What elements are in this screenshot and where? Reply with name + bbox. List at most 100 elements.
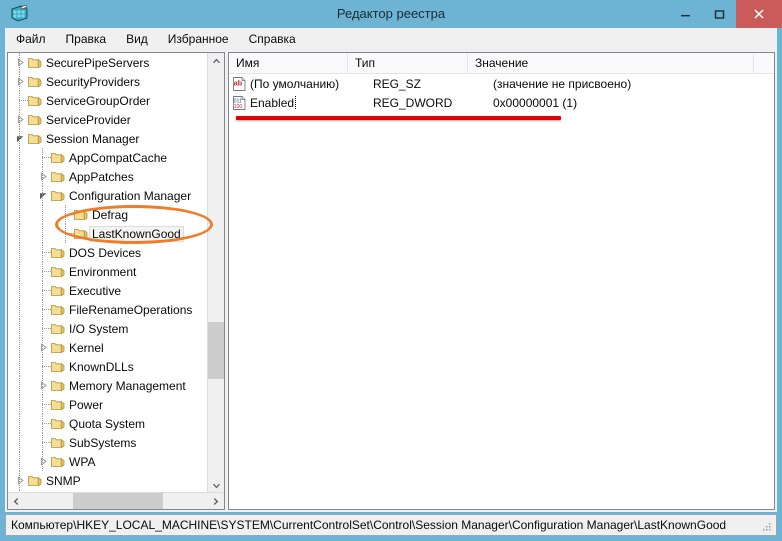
tree-node-label: I/O System	[69, 321, 129, 336]
tree-guide-line	[19, 338, 20, 357]
tree-node[interactable]: I/O System	[8, 319, 207, 338]
tree-node[interactable]: AppCompatCache	[8, 148, 207, 167]
tree-node[interactable]: SubSystems	[8, 433, 207, 452]
folder-icon	[26, 53, 43, 72]
minimize-button[interactable]	[668, 0, 702, 28]
tree-vertical-scrollbar[interactable]	[207, 53, 224, 494]
tree-guide-line	[42, 205, 43, 224]
resize-grip-icon[interactable]	[761, 521, 773, 533]
collapse-arrow-icon[interactable]	[14, 129, 26, 148]
tree-node[interactable]: Defrag	[8, 205, 207, 224]
tree-node-label: LastKnownGood	[89, 225, 184, 242]
folder-icon	[49, 167, 66, 186]
value-row[interactable]: 011 100 Enabled REG_DWORD 0x00000001 (1)	[229, 93, 774, 112]
tree-guide-line	[19, 319, 20, 338]
tree-node[interactable]: ServiceGroupOrder	[8, 91, 207, 110]
tree-node[interactable]: Quota System	[8, 414, 207, 433]
value-data-cell: 0x00000001 (1)	[493, 95, 578, 110]
tree-guide-line	[42, 338, 43, 357]
tree-node-label: Power	[69, 397, 104, 412]
expand-arrow-icon[interactable]	[37, 338, 49, 357]
tree-node-label: AppCompatCache	[69, 150, 168, 165]
tree-node[interactable]: AppPatches	[8, 167, 207, 186]
expand-arrow-icon[interactable]	[14, 110, 26, 129]
tree-node[interactable]: SecurePipeServers	[8, 53, 207, 72]
close-button[interactable]	[736, 0, 782, 28]
value-row[interactable]: ab (По умолчанию) REG_SZ (значение не присв…	[229, 74, 774, 93]
column-header[interactable]: Тип	[348, 53, 468, 73]
tree-node-label: KnownDLLs	[69, 359, 134, 374]
folder-icon	[49, 243, 66, 262]
tree-guide-line	[42, 366, 51, 367]
menu-item-help[interactable]: Справка	[240, 29, 305, 49]
maximize-button[interactable]	[702, 0, 736, 28]
scroll-right-button[interactable]	[207, 493, 224, 509]
tree-node-label: AppPatches	[69, 169, 134, 184]
tree-scrollbar-thumb[interactable]	[208, 322, 224, 380]
folder-icon	[49, 357, 66, 376]
tree-node[interactable]: Memory Management	[8, 376, 207, 395]
tree-node[interactable]: Session Manager	[8, 129, 207, 148]
tree-guide-line	[42, 271, 51, 272]
registry-tree[interactable]: SecurePipeServers SecurityProviders Servic…	[8, 53, 207, 494]
folder-icon	[49, 148, 66, 167]
tree-guide-line	[42, 309, 51, 310]
tree-guide-line	[19, 433, 20, 452]
expand-arrow-icon[interactable]	[37, 376, 49, 395]
tree-node-label: Executive	[69, 283, 122, 298]
tree-node[interactable]: Kernel	[8, 338, 207, 357]
tree-guide-line	[19, 148, 20, 167]
tree-guide-line	[42, 376, 43, 395]
expand-arrow-icon[interactable]	[14, 72, 26, 91]
folder-icon	[49, 338, 66, 357]
tree-node[interactable]: Executive	[8, 281, 207, 300]
menu-item-file[interactable]: Файл	[7, 29, 55, 49]
scroll-up-button[interactable]	[208, 53, 224, 70]
expand-arrow-icon[interactable]	[37, 167, 49, 186]
value-type-cell: REG_DWORD	[373, 95, 453, 110]
tree-node-label: Quota System	[69, 416, 146, 431]
folder-icon	[49, 452, 66, 471]
folder-icon	[49, 319, 66, 338]
tree-node[interactable]: Environment	[8, 262, 207, 281]
tree-node[interactable]: LastKnownGood	[8, 224, 207, 243]
tree-guide-line	[42, 442, 51, 443]
menu-item-edit[interactable]: Правка	[57, 29, 116, 49]
values-list[interactable]: ab (По умолчанию) REG_SZ (значение не присв…	[229, 74, 774, 112]
tree-horizontal-scrollbar[interactable]	[8, 492, 224, 509]
collapse-arrow-icon[interactable]	[37, 186, 49, 205]
tree-hscrollbar-thumb[interactable]	[73, 493, 163, 509]
tree-node-label: Session Manager	[46, 131, 140, 146]
tree-node[interactable]: DOS Devices	[8, 243, 207, 262]
tree-node[interactable]: FileRenameOperations	[8, 300, 207, 319]
menu-item-view[interactable]: Вид	[117, 29, 157, 49]
enabled-value-underline	[236, 116, 561, 120]
column-header[interactable]: Значение	[468, 53, 754, 73]
tree-node[interactable]: SecurityProviders	[8, 72, 207, 91]
folder-icon	[49, 433, 66, 452]
menu-item-favorites[interactable]: Избранное	[159, 29, 238, 49]
tree-node[interactable]: SNMP	[8, 471, 207, 490]
tree-node-label: WPA	[69, 454, 96, 469]
folder-icon	[26, 72, 43, 91]
tree-node[interactable]: WPA	[8, 452, 207, 471]
scroll-left-button[interactable]	[8, 493, 25, 509]
expand-arrow-icon[interactable]	[14, 471, 26, 490]
tree-guide-line	[19, 376, 20, 395]
folder-icon	[26, 91, 43, 110]
column-header[interactable]: Имя	[229, 53, 348, 73]
tree-node[interactable]: Configuration Manager	[8, 186, 207, 205]
tree-guide-line	[42, 290, 51, 291]
tree-guide-line	[19, 414, 20, 433]
tree-node-label: ServiceProvider	[46, 112, 131, 127]
tree-node[interactable]: ServiceProvider	[8, 110, 207, 129]
tree-node-label: Defrag	[92, 207, 129, 222]
tree-node[interactable]: KnownDLLs	[8, 357, 207, 376]
value-name-text: Enabled	[249, 95, 297, 110]
tree-node[interactable]: Power	[8, 395, 207, 414]
expand-arrow-icon[interactable]	[14, 53, 26, 72]
tree-guide-line	[19, 224, 20, 243]
tree-guide-line	[65, 214, 74, 215]
expand-arrow-icon[interactable]	[37, 452, 49, 471]
values-column-header: Имя Тип Значение	[229, 53, 774, 74]
